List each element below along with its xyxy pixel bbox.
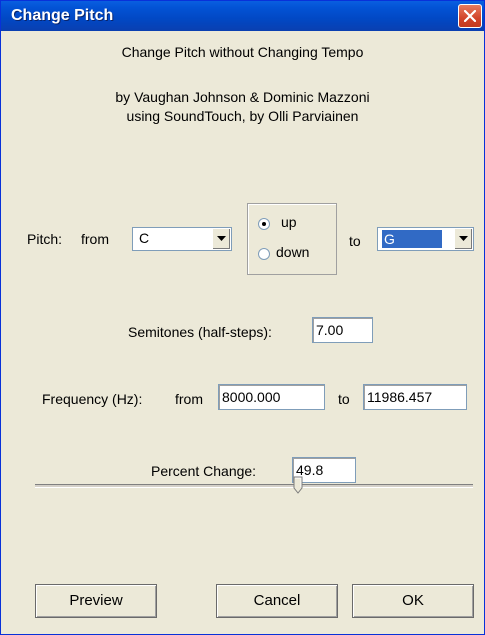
frequency-from-input[interactable]: 8000.000 <box>218 384 325 410</box>
percent-change-label: Percent Change: <box>151 463 257 479</box>
credits-line-1: by Vaughan Johnson & Dominic Mazzoni <box>115 89 370 105</box>
close-icon <box>464 10 476 22</box>
semitones-value: 7.00 <box>316 322 344 338</box>
pitch-from-select[interactable]: C <box>132 227 232 251</box>
cancel-button[interactable]: Cancel <box>216 584 338 618</box>
pitch-label: Pitch: <box>27 231 63 247</box>
pitch-direction-group: up down <box>247 203 337 275</box>
preview-button[interactable]: Preview <box>35 584 157 618</box>
window-title: Change Pitch <box>11 7 114 24</box>
chevron-down-icon <box>459 236 468 241</box>
pitch-to-value: G <box>382 230 442 248</box>
pitch-from-value: C <box>139 230 150 246</box>
frequency-label: Frequency (Hz): <box>42 391 143 407</box>
close-button[interactable] <box>458 4 482 28</box>
percent-slider-thumb[interactable] <box>293 476 303 494</box>
dialog-body: Change Pitch without Changing Tempo by V… <box>1 31 484 634</box>
chevron-down-icon <box>217 236 226 241</box>
pitch-from-dropdown-button[interactable] <box>212 229 230 249</box>
frequency-to-input[interactable]: 11986.457 <box>363 384 467 410</box>
radio-up-label: up <box>281 214 297 230</box>
pitch-to-label: to <box>349 233 361 249</box>
frequency-to-label: to <box>338 391 350 407</box>
radio-down-label: down <box>276 244 310 260</box>
radio-up[interactable] <box>258 218 270 230</box>
pitch-to-select[interactable]: G <box>377 227 474 251</box>
change-pitch-dialog: Change Pitch Change Pitch without Changi… <box>0 0 485 635</box>
percent-slider-track[interactable] <box>35 484 473 488</box>
frequency-from-value: 8000.000 <box>222 389 281 405</box>
pitch-from-label: from <box>81 231 109 247</box>
dialog-heading: Change Pitch without Changing Tempo <box>121 44 364 60</box>
frequency-to-value: 11986.457 <box>367 389 433 405</box>
semitones-label: Semitones (half-steps): <box>128 324 272 340</box>
credits-line-2: using SoundTouch, by Olli Parviainen <box>126 108 359 124</box>
title-bar[interactable]: Change Pitch <box>1 1 484 31</box>
frequency-from-label: from <box>175 391 203 407</box>
semitones-input[interactable]: 7.00 <box>312 317 373 343</box>
ok-button[interactable]: OK <box>352 584 474 618</box>
radio-down[interactable] <box>258 248 270 260</box>
pitch-to-dropdown-button[interactable] <box>454 229 472 249</box>
